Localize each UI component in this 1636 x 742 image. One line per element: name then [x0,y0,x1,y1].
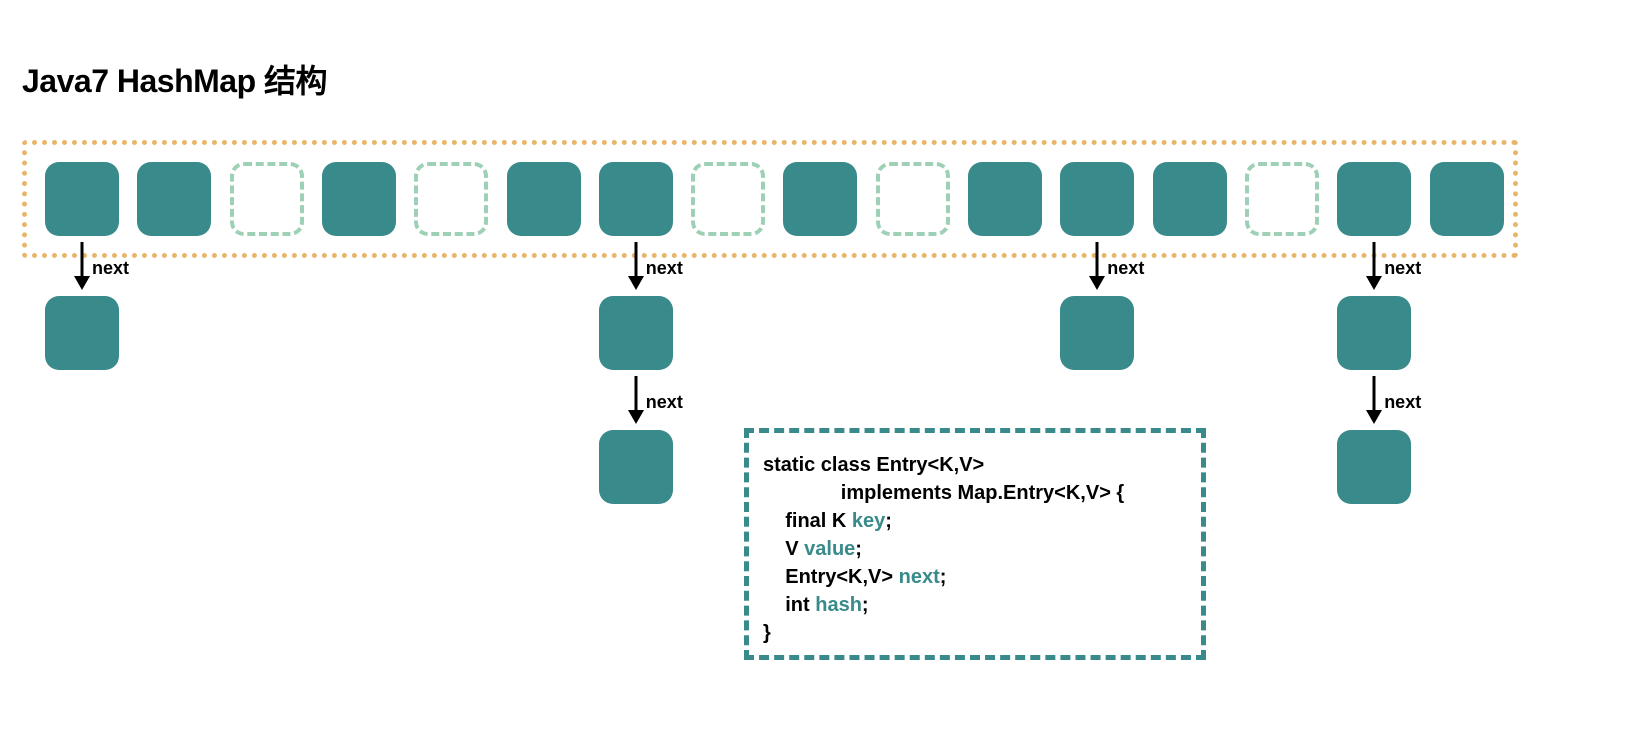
bucket-filled [599,162,673,236]
bucket-filled [1153,162,1227,236]
bucket-filled [783,162,857,236]
bucket-filled [322,162,396,236]
bucket-filled [1430,162,1504,236]
next-label: next [646,392,683,413]
code-line-4: Entry<K,V> next; [763,563,1187,591]
entry-node [45,296,119,370]
next-label: next [1384,258,1421,279]
entry-node [1337,296,1411,370]
next-arrow: next [42,242,122,302]
next-arrow: next [1057,242,1137,302]
next-label: next [1384,392,1421,413]
next-arrow: next [1334,242,1414,302]
code-line-5: int hash; [763,591,1187,619]
bucket-empty [414,162,488,236]
entry-node [1060,296,1134,370]
bucket-filled [968,162,1042,236]
code-line-1: static class Entry<K,V> [763,451,1187,479]
bucket-empty [1245,162,1319,236]
entry-class-codebox: static class Entry<K,V> implements Map.E… [744,428,1206,660]
entry-node [1337,430,1411,504]
bucket-filled [137,162,211,236]
bucket-filled [1060,162,1134,236]
next-arrow: next [596,376,676,436]
bucket-empty [230,162,304,236]
next-label: next [92,258,129,279]
bucket-filled [1337,162,1411,236]
next-label: next [646,258,683,279]
code-line-2: final K key; [763,507,1187,535]
next-arrow: next [1334,376,1414,436]
diagram-title: Java7 HashMap 结构 [22,56,327,102]
code-line-6: } [763,619,1187,647]
bucket-filled [45,162,119,236]
entry-node [599,296,673,370]
bucket-filled [507,162,581,236]
code-line-1b: implements Map.Entry<K,V> { [763,479,1187,507]
next-label: next [1107,258,1144,279]
code-line-3: V value; [763,535,1187,563]
entry-node [599,430,673,504]
next-arrow: next [596,242,676,302]
bucket-empty [691,162,765,236]
bucket-empty [876,162,950,236]
